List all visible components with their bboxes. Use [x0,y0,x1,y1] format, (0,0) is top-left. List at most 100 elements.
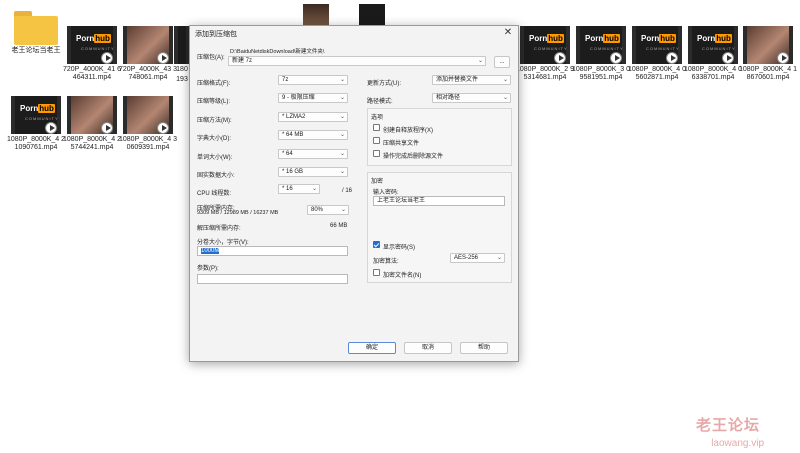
solid-label: 固实数据大小: [197,173,235,179]
chevron-down-icon: ⌄ [339,132,345,138]
folder-icon [14,11,58,45]
video-thumbnail-icon: Pornhub COMMUNITY [520,26,570,64]
desktop-file[interactable]: Pornhub COMMUNITY 1080P_8000K_2 95314681… [515,26,575,82]
desktop-file[interactable]: 1080P_8000K_4 25744241.mp4 [62,96,122,152]
desktop-file[interactable]: 1080P_8000K_4 30609391.mp4 [118,96,178,152]
play-icon [101,122,113,134]
archive-name-value: 新建 7z [232,58,253,64]
archive-path: D:\BaiduNetdiskDownload\新建文件夹\ [230,49,325,55]
pathmode-select[interactable]: 相对路径 ⌄ [432,93,511,103]
options-title: 选项 [371,115,384,121]
pathmode-value: 相对路径 [436,95,461,101]
shared-label: 压缩共享文件 [383,141,420,147]
shared-checkbox[interactable] [373,137,380,144]
split-size-input[interactable]: 1000M [197,246,348,256]
threads-value: * 16 [282,186,293,192]
sfx-checkbox[interactable] [373,124,380,131]
watermark-url: laowang.vip [711,438,764,449]
encrypt-names-checkbox[interactable] [373,269,380,276]
desktop-file-label: 180 [176,66,188,73]
desktop-file-label: 193 [176,76,188,83]
level-label: 压缩等级(L): [197,99,231,105]
format-select[interactable]: 7z ⌄ [278,75,348,85]
watermark-text: 老王论坛 [695,417,760,434]
mem-percent-value: 80% [311,207,324,213]
desktop-file[interactable]: Pornhub COMMUNITY 1080P_8000K_3 09581951… [571,26,631,82]
chevron-down-icon: ⌄ [477,58,483,64]
word-value: * 64 [282,151,293,157]
dict-value: * 64 MB [282,132,304,138]
video-thumbnail-icon [123,96,173,134]
pathmode-label: 路径模式: [367,99,393,105]
split-size-value: 1000M [201,248,220,254]
level-select[interactable]: 9 - 极限压缩 ⌄ [278,93,348,103]
decomp-label: 解压缩所需内存: [197,226,241,232]
play-icon [666,52,678,64]
desktop-file[interactable]: Pornhub COMMUNITY 720P_4000K_41 6464311.… [62,26,122,82]
desktop-file-label: 720P_4000K_43 3748061.mp4 [119,66,177,81]
chevron-down-icon: ⌄ [339,95,345,101]
chevron-down-icon: ⌄ [311,186,317,192]
play-icon [157,52,169,64]
image-thumbnail[interactable] [359,4,385,26]
play-icon [722,52,734,64]
method-value: * LZMA2 [282,114,306,120]
desktop-file[interactable]: 720P_4000K_43 3748061.mp4 [118,26,178,82]
threads-total: / 16 [342,188,353,194]
threads-select[interactable]: * 16 ⌄ [278,184,320,194]
desktop-file[interactable]: Pornhub COMMUNITY 1080P_8000K_4 05602871… [627,26,687,82]
desktop-file-partial[interactable]: 180 193 [174,26,190,84]
play-icon [157,122,169,134]
encrypt-names-label: 加密文件名(N) [383,273,422,279]
mem-percent-select[interactable]: 80% ⌄ [307,205,349,215]
dialog-titlebar[interactable]: 添加到压缩包 ✕ [190,26,518,42]
archive-name-combo[interactable]: 新建 7z ⌄ [228,56,486,66]
chevron-down-icon: ⌄ [496,255,502,261]
word-select[interactable]: * 64 ⌄ [278,149,348,159]
play-icon [101,52,113,64]
solid-value: * 16 GB [282,169,304,175]
chevron-down-icon: ⌄ [339,77,345,83]
play-icon [554,52,566,64]
play-icon [45,122,57,134]
desktop-file[interactable]: 1080P_8000K_4 18670601.mp4 [738,26,798,82]
help-button[interactable]: 帮助 [460,342,508,354]
params-label: 参数(P): [197,266,219,272]
video-thumbnail-icon: Pornhub COMMUNITY [632,26,682,64]
enc-method-select[interactable]: AES-256 ⌄ [450,253,505,263]
show-password-checkbox[interactable] [373,241,380,248]
desktop-file[interactable]: Pornhub COMMUNITY 1080P_8000K_4 21090761… [6,96,66,152]
dict-select[interactable]: * 64 MB ⌄ [278,130,348,140]
browse-button[interactable]: ... [494,56,510,68]
desktop-file-label: 1080P_8000K_3 09581951.mp4 [572,66,630,81]
desktop-file-label: 1080P_8000K_4 05602871.mp4 [628,66,686,81]
video-thumbnail-icon: Pornhub COMMUNITY [67,26,117,64]
encrypt-group: 加密 输入密码: 上老王论坛当老王 显示密码(S) 加密算法: AES-256 ⌄… [367,172,512,283]
video-thumbnail-icon [174,26,190,64]
video-thumbnail-icon: Pornhub COMMUNITY [11,96,61,134]
update-select[interactable]: 添加并替换文件 ⌄ [432,75,511,85]
chevron-down-icon: ⌄ [502,95,508,101]
update-label: 更新方式(U): [367,81,401,87]
desktop-folder[interactable]: 老王论坛当老王 [6,8,66,55]
delete-checkbox[interactable] [373,150,380,157]
video-thumbnail-icon: Pornhub COMMUNITY [576,26,626,64]
desktop-file-label: 720P_4000K_41 6464311.mp4 [63,66,121,81]
close-icon[interactable]: ✕ [502,27,514,38]
options-group: 选项 创建自释放程序(X) 压缩共享文件 操作完成后删除源文件 [367,108,512,166]
cancel-button[interactable]: 取消 [404,342,452,354]
desktop-file-label: 1080P_8000K_4 25744241.mp4 [63,136,121,151]
enc-method-value: AES-256 [454,255,479,261]
desktop-file[interactable]: Pornhub COMMUNITY 1080P_8000K_4 06338701… [683,26,743,82]
archive-label: 压缩包(A): [197,55,225,61]
video-thumbnail-icon [743,26,793,64]
image-thumbnail[interactable] [303,4,329,26]
solid-select[interactable]: * 16 GB ⌄ [278,167,348,177]
delete-label: 操作完成后删除源文件 [383,154,444,160]
format-label: 压缩格式(F): [197,81,231,87]
password-input[interactable]: 上老王论坛当老王 [373,196,505,206]
update-value: 添加并替换文件 [436,77,479,83]
params-input[interactable] [197,274,348,284]
ok-button[interactable]: 确定 [348,342,396,354]
method-select[interactable]: * LZMA2 ⌄ [278,112,348,122]
